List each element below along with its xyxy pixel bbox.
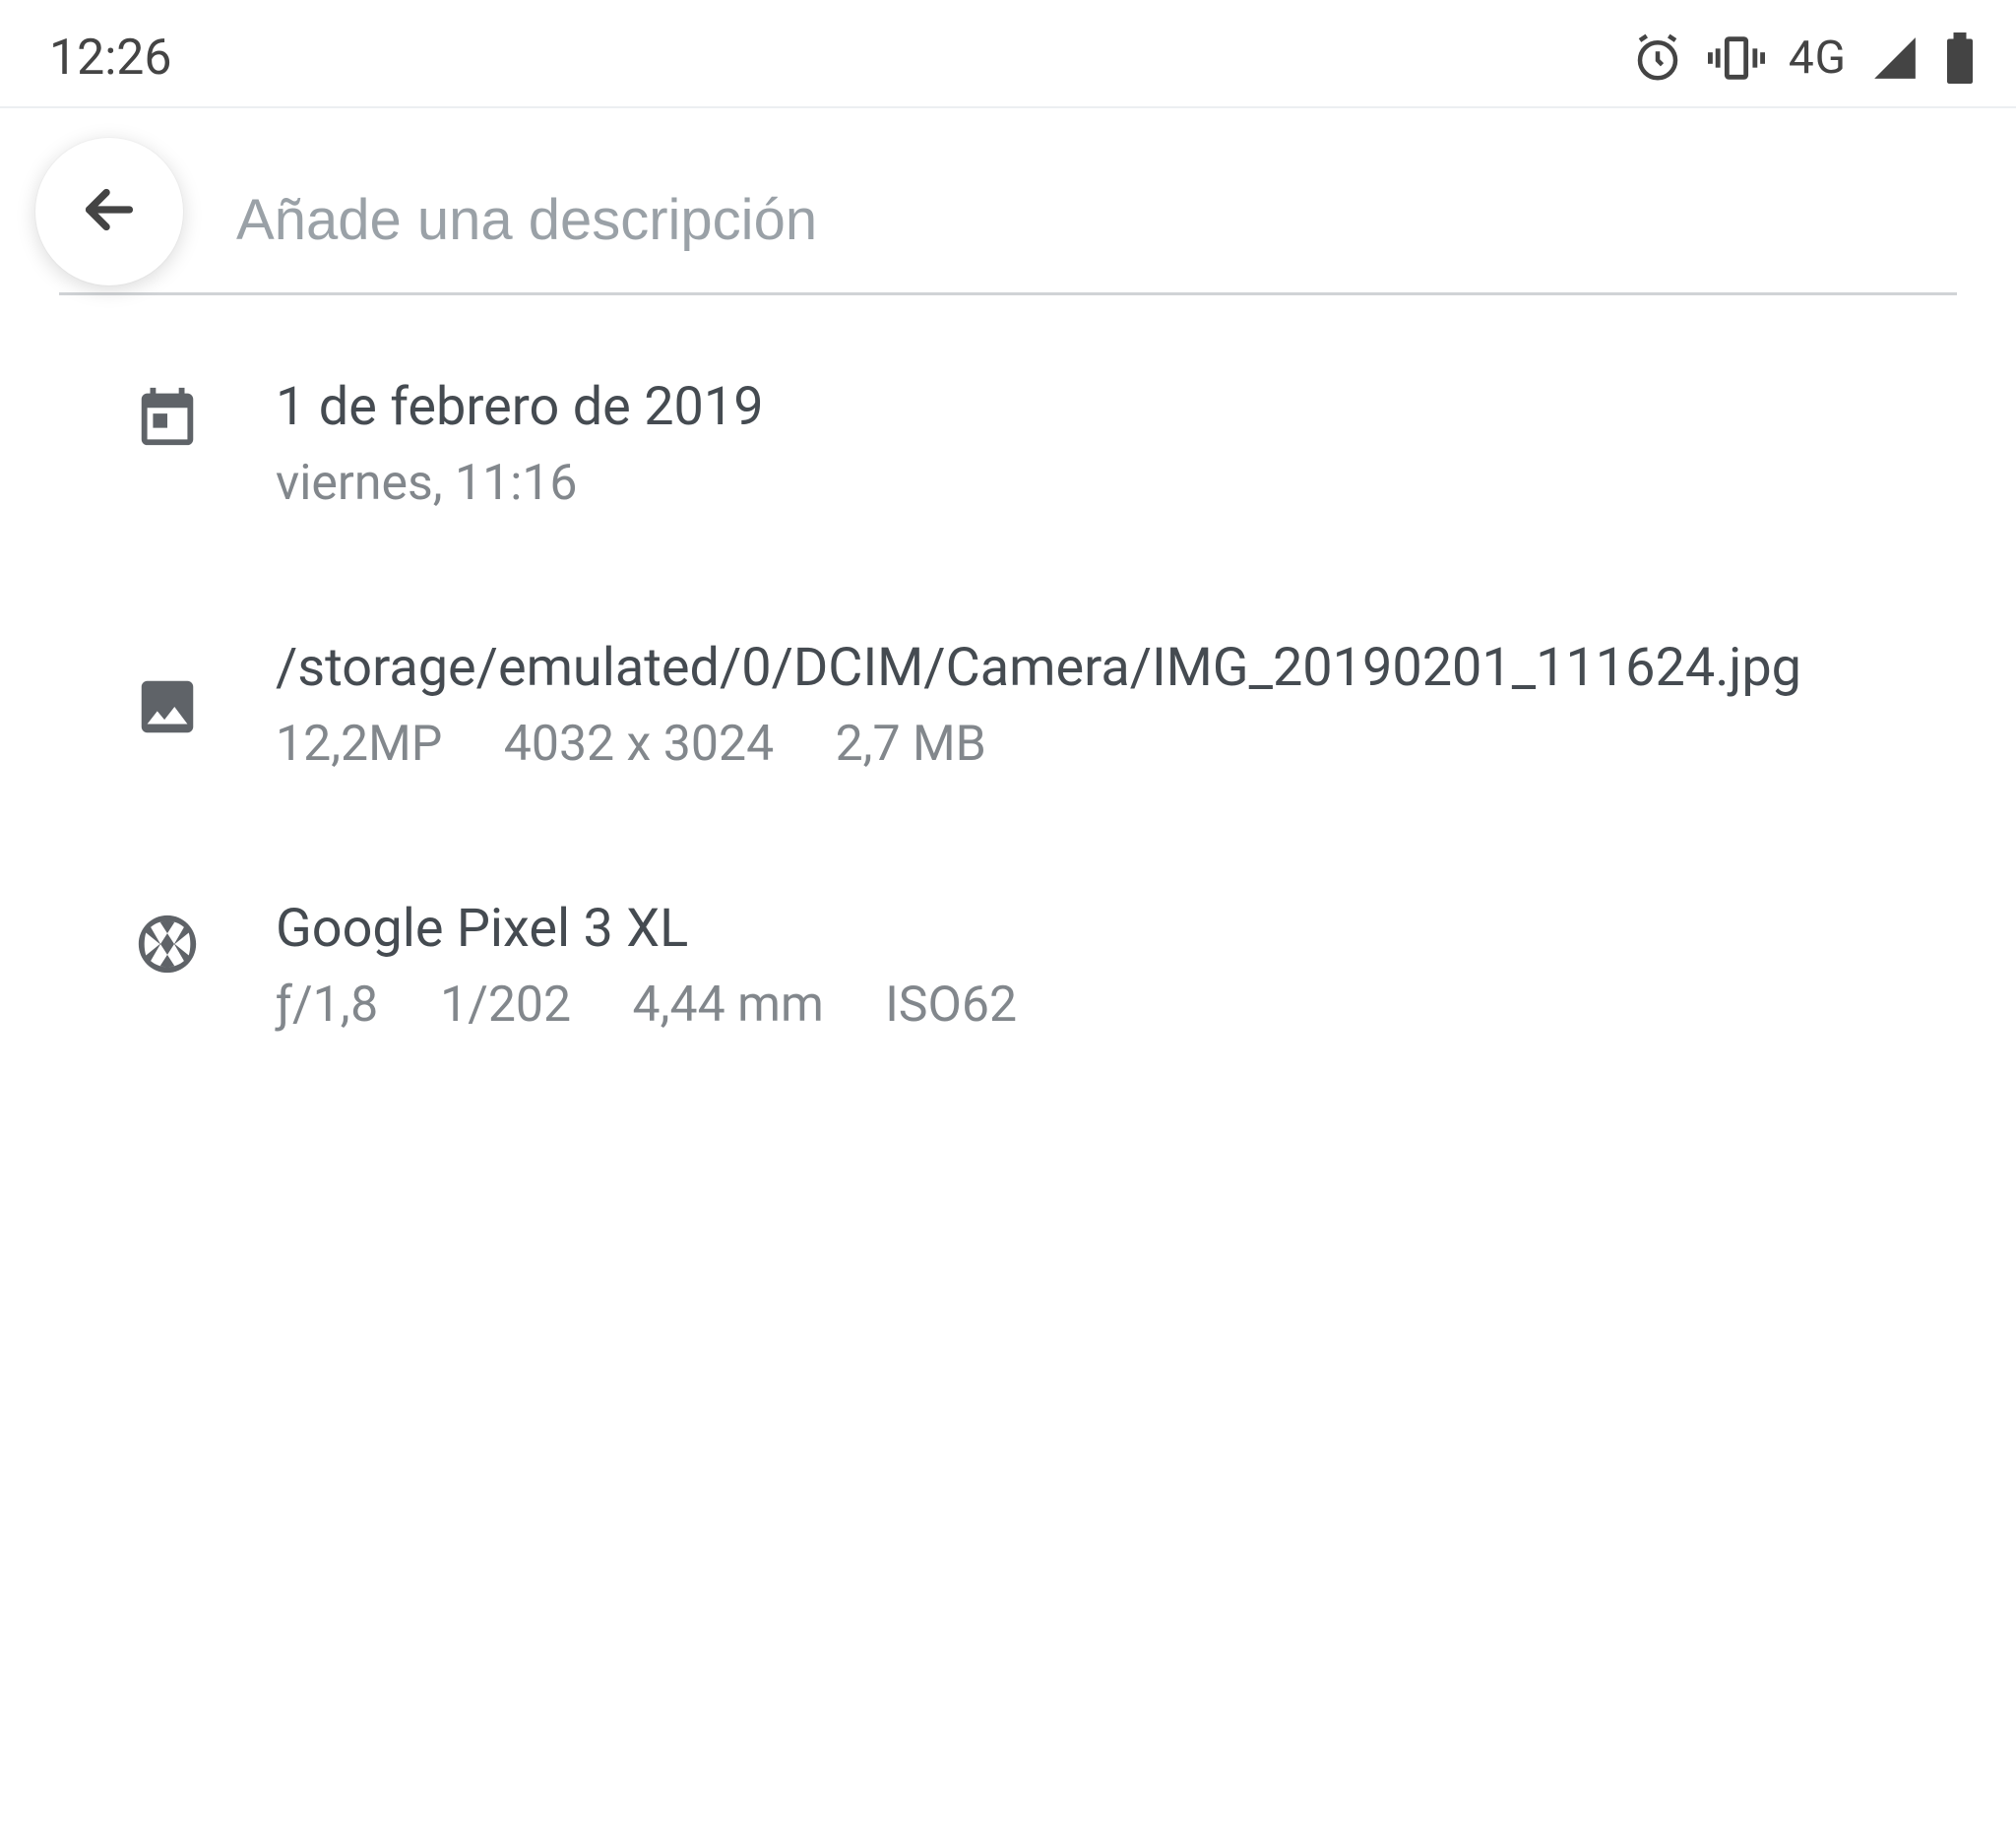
date-row: 1 de febrero de 2019 viernes, 11:16 (128, 374, 1957, 517)
file-megapixels: 12,2MP (276, 716, 442, 773)
status-icons: 4G (1631, 32, 1977, 85)
camera-row: Google Pixel 3 XL ƒ/1,8 1/202 4,44 mm IS… (128, 896, 1957, 1039)
camera-iso: ISO62 (836, 977, 1017, 1034)
camera-device: Google Pixel 3 XL (276, 896, 1957, 963)
alarm-icon (1631, 32, 1684, 85)
status-bar: 12:26 4G (0, 0, 2016, 106)
status-time: 12:26 (49, 30, 172, 87)
header (0, 108, 2016, 295)
description-input[interactable] (59, 158, 1957, 295)
image-icon (128, 635, 207, 741)
camera-shutter: 1/202 (391, 977, 571, 1034)
details-section: 1 de febrero de 2019 viernes, 11:16 /sto… (0, 295, 2016, 1039)
file-meta: 12,2MP 4032 x 3024 2,7 MB (276, 712, 1957, 779)
file-path: /storage/emulated/0/DCIM/Camera/IMG_2019… (276, 635, 1957, 702)
photo-date: 1 de febrero de 2019 (276, 374, 1957, 441)
file-dimensions: 4032 x 3024 (455, 716, 774, 773)
camera-meta: ƒ/1,8 1/202 4,44 mm ISO62 (276, 973, 1957, 1040)
aperture-icon (128, 896, 207, 979)
vibrate-icon (1708, 32, 1765, 85)
file-row: /storage/emulated/0/DCIM/Camera/IMG_2019… (128, 635, 1957, 778)
camera-aperture: ƒ/1,8 (276, 977, 379, 1034)
battery-icon (1943, 32, 1977, 84)
arrow-left-icon (75, 175, 144, 248)
network-type-label: 4G (1789, 32, 1847, 85)
signal-icon (1870, 33, 1920, 83)
back-button[interactable] (35, 138, 183, 285)
photo-day-time: viernes, 11:16 (276, 451, 1957, 518)
calendar-icon (128, 374, 207, 451)
file-size: 2,7 MB (787, 716, 986, 773)
camera-focal-length: 4,44 mm (584, 977, 824, 1034)
